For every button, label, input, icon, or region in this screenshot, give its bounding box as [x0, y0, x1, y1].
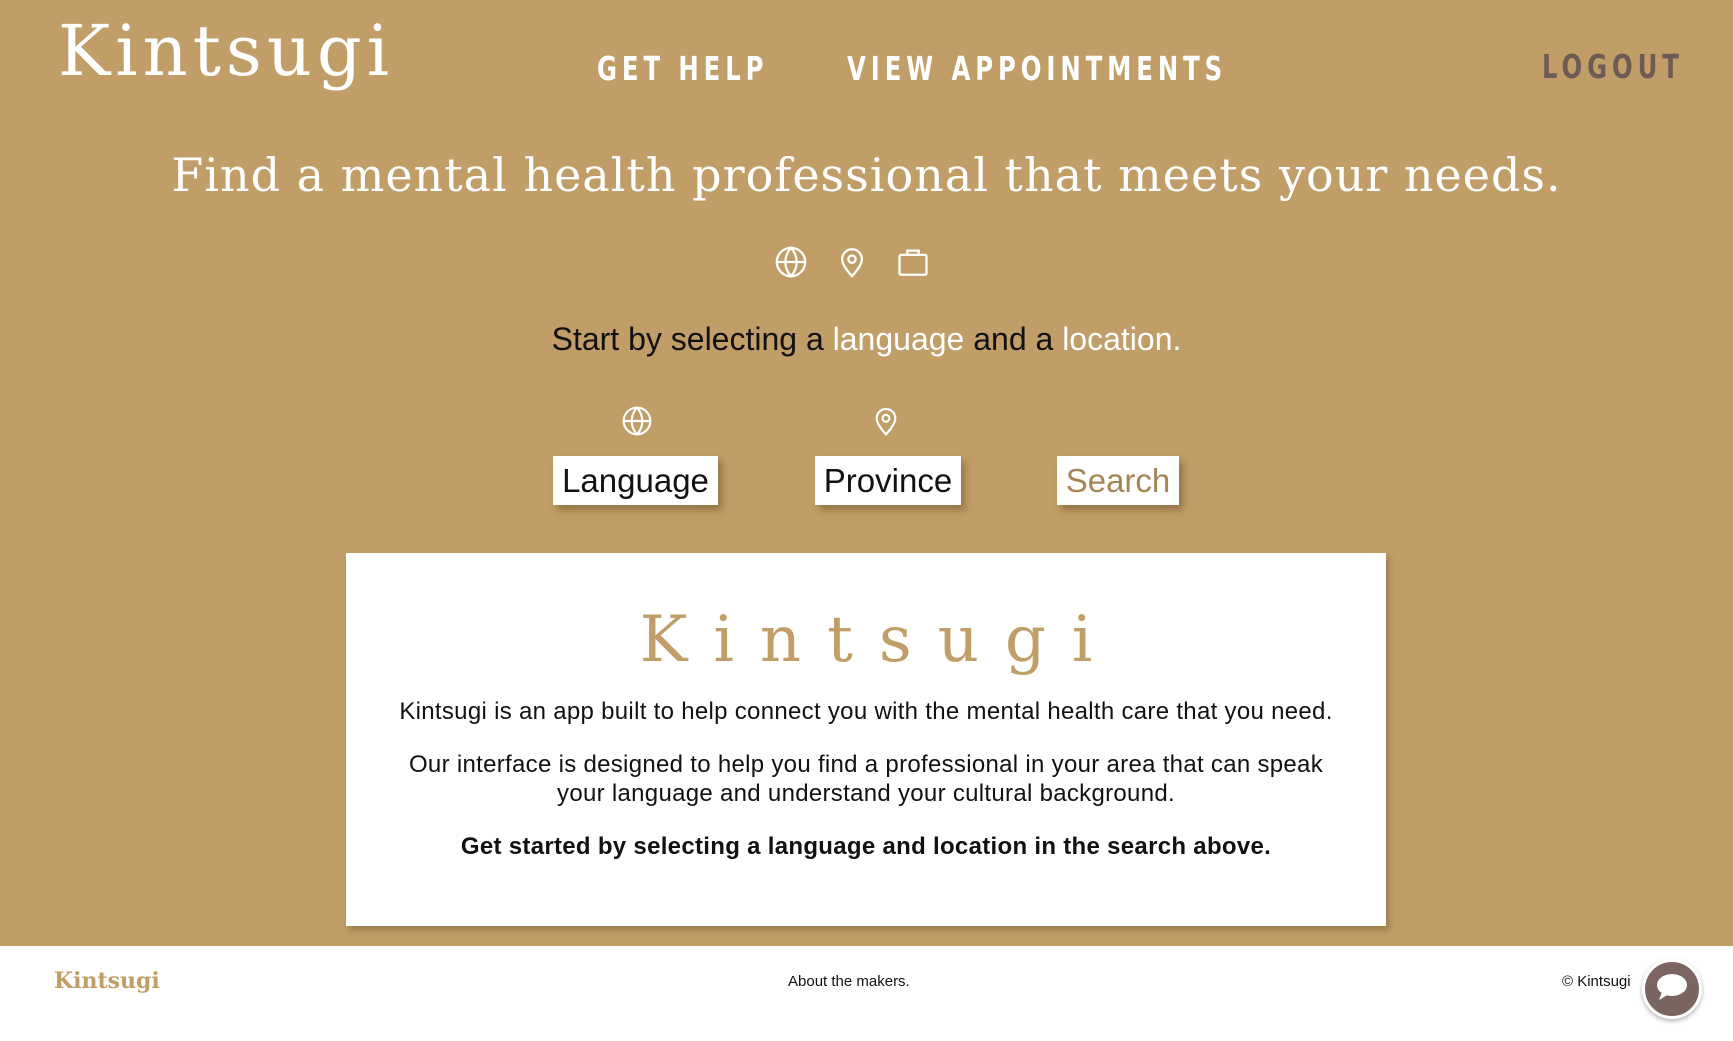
globe-icon — [774, 245, 808, 279]
brand-logo[interactable]: Kintsugi — [58, 16, 394, 86]
language-select-button[interactable]: Language — [553, 456, 718, 505]
nav-logout[interactable]: LOGOUT — [1542, 50, 1684, 83]
copyright-text: © Kintsugi — [1562, 973, 1631, 990]
card-title: Kintsugi — [639, 603, 1119, 677]
footer: Kintsugi About the makers. © Kintsugi — [0, 946, 1733, 1041]
about-makers-link[interactable]: About the makers. — [788, 973, 910, 990]
card-paragraph-cta: Get started by selecting a language and … — [460, 833, 1272, 861]
briefcase-icon — [896, 245, 930, 279]
instruction-highlight-location: location. — [1062, 321, 1182, 357]
globe-icon — [621, 405, 653, 437]
page-tagline: Find a mental health professional that m… — [171, 148, 1562, 202]
footer-brand[interactable]: Kintsugi — [54, 968, 160, 994]
map-pin-icon — [870, 405, 902, 437]
card-paragraph-intro: Kintsugi is an app built to help connect… — [399, 698, 1333, 726]
map-pin-icon — [835, 245, 869, 279]
page: Kintsugi GET HELP VIEW APPOINTMENTS LOGO… — [0, 0, 1733, 1041]
search-button[interactable]: Search — [1057, 456, 1179, 505]
card-paragraph-interface: Our interface is designed to help you fi… — [408, 751, 1324, 808]
chat-button[interactable] — [1642, 959, 1702, 1019]
province-select-button[interactable]: Province — [815, 456, 961, 505]
nav-view-appointments[interactable]: VIEW APPOINTMENTS — [847, 52, 1227, 85]
instruction-prefix: Start by selecting a — [551, 321, 833, 357]
feature-icon-row — [774, 245, 930, 279]
chat-bubble-icon — [1655, 972, 1689, 1007]
nav-get-help[interactable]: GET HELP — [597, 52, 768, 85]
search-instruction: Start by selecting a language and a loca… — [0, 320, 1733, 358]
instruction-middle: and a — [964, 321, 1063, 357]
info-card: Kintsugi Kintsugi is an app built to hel… — [346, 553, 1386, 926]
instruction-highlight-language: language — [832, 321, 965, 357]
